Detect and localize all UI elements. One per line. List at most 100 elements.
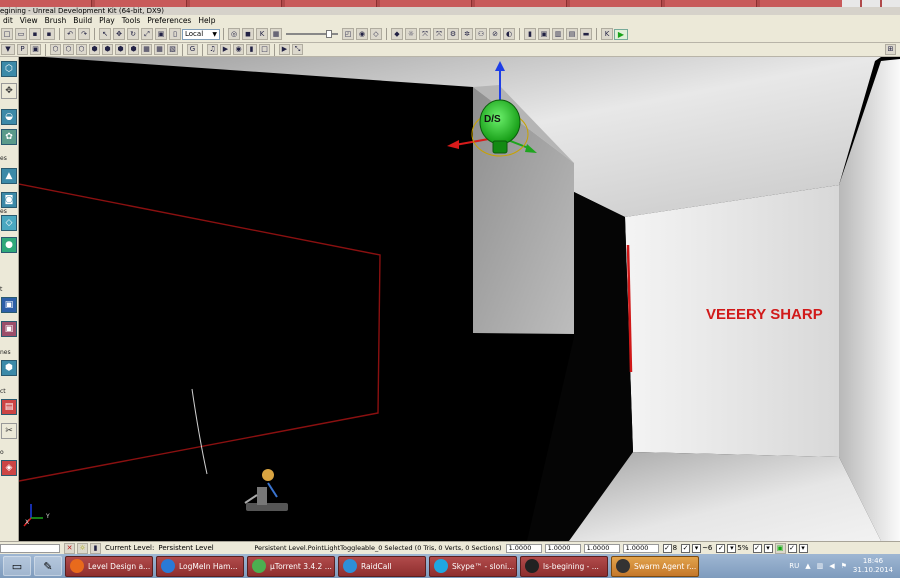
swarm-icon[interactable]: ⚇ [475, 28, 487, 40]
player-start-icon[interactable] [244, 469, 288, 511]
perspective-viewport[interactable]: D/S VEEERY SHARP X Y [19, 57, 900, 541]
scale-mode-icon[interactable]: ⤢ [141, 28, 153, 40]
close-button[interactable] [882, 0, 900, 7]
scale-nonuniform-icon[interactable]: ▣ [155, 28, 167, 40]
menu-preferences[interactable]: Preferences [144, 16, 195, 25]
camera-mode-icon[interactable]: ⬡ [1, 61, 17, 77]
rotate-mode-icon[interactable]: ↻ [127, 28, 139, 40]
play-viewport-icon[interactable]: ▶ [279, 44, 290, 55]
rotation-snap-checkbox[interactable]: ✓ [681, 543, 691, 553]
tray-flag-icon[interactable]: ⚑ [841, 562, 847, 570]
menu-view[interactable]: View [17, 16, 42, 25]
browser-tab[interactable] [570, 0, 662, 7]
sphere-brush-icon[interactable]: ● [1, 237, 17, 253]
extra-dropdown[interactable]: ▾ [798, 543, 808, 553]
foliage-mode-icon[interactable]: ✿ [1, 129, 17, 145]
scale-snap-dropdown[interactable]: ▾ [727, 543, 737, 553]
tray-expand-icon[interactable]: ▲ [805, 562, 810, 570]
split-viewport-icon[interactable]: ⤡ [292, 44, 303, 55]
movie-icon[interactable]: ▶ [220, 44, 231, 55]
search-binoculars-icon[interactable]: ◎ [228, 28, 240, 40]
open-folder-icon[interactable]: ▭ [15, 28, 27, 40]
drag-grid-w[interactable]: 1.0000 [622, 543, 659, 553]
menu-brush[interactable]: Brush [42, 16, 71, 25]
taskbar-task-utorrent[interactable]: µTorrent 3.4.2 ... [247, 555, 335, 577]
monitor-icon[interactable]: ▬ [580, 28, 592, 40]
autosave-icon[interactable]: ▣ [774, 542, 786, 554]
rotation-snap-dropdown[interactable]: ▾ [692, 543, 702, 553]
geometry-mode-icon[interactable]: ✥ [1, 83, 17, 99]
wireframe-icon[interactable]: ⬡ [63, 44, 74, 55]
maximize-viewport-icon[interactable]: ⊞ [885, 44, 896, 55]
lightmap-density-icon[interactable]: ▧ [167, 44, 178, 55]
browser-tab[interactable] [760, 0, 852, 7]
save-icon[interactable]: ▪ [29, 28, 41, 40]
taskbar-task-udk[interactable]: ls-begining - ... [520, 555, 608, 577]
browser-tab[interactable] [285, 0, 377, 7]
maximize-button[interactable] [862, 0, 880, 7]
package-icon[interactable]: ▤ [566, 28, 578, 40]
menu-tools[interactable]: Tools [119, 16, 144, 25]
light-complexity-icon[interactable]: ⬢ [128, 44, 139, 55]
detail-lighting-icon[interactable]: ⬢ [102, 44, 113, 55]
drag-grid-slider[interactable] [286, 30, 338, 38]
streaming-icon[interactable]: ⊘ [489, 28, 501, 40]
extra-checkbox[interactable]: ✓ [787, 543, 797, 553]
minimize-button[interactable] [842, 0, 860, 7]
scale-snap-checkbox[interactable]: ✓ [716, 543, 726, 553]
clock[interactable]: 18:46 31.10.2014 [850, 557, 896, 575]
cone-brush-icon[interactable]: ▲ [1, 168, 17, 184]
taskbar-task-logmein[interactable]: LogMeIn Ham... [156, 555, 244, 577]
content-browser-icon[interactable]: ◼ [242, 28, 254, 40]
add-volume-icon[interactable]: ⬢ [1, 360, 17, 376]
autosave-checkbox[interactable]: ✓ [752, 543, 762, 553]
save-all-icon[interactable]: ▪ [43, 28, 55, 40]
sheet-brush-icon[interactable]: ◇ [1, 215, 17, 231]
play-icon[interactable]: ▶ [614, 28, 628, 40]
csg-subtract-icon[interactable]: ▣ [1, 321, 17, 337]
folder-icon[interactable]: ▭ [3, 556, 31, 576]
slider-thumb[interactable] [326, 30, 332, 38]
lock-icon[interactable]: ◇ [370, 28, 382, 40]
level-lock-icon[interactable]: ▮ [90, 542, 101, 554]
menu-edit[interactable]: dit [0, 16, 17, 25]
browser-tab[interactable] [665, 0, 757, 7]
game-view-icon[interactable]: ◰ [342, 28, 354, 40]
texture-density-icon[interactable]: ▦ [141, 44, 152, 55]
browser-tab[interactable] [0, 0, 92, 7]
volume-icon[interactable]: ◀ [829, 562, 834, 570]
build-paths-icon[interactable]: ⤧ [419, 28, 431, 40]
redo-icon[interactable]: ↷ [78, 28, 90, 40]
command-input[interactable] [0, 543, 60, 553]
taskbar-task-raidcall[interactable]: RaidCall [338, 555, 426, 577]
csg-add-icon[interactable]: ▣ [1, 297, 17, 313]
fullscreen-icon[interactable]: □ [259, 44, 270, 55]
network-icon[interactable]: ▥ [817, 562, 824, 570]
real-time-icon[interactable]: ♫ [207, 44, 218, 55]
play-in-console-icon[interactable]: ▮ [524, 28, 536, 40]
build-geometry-icon[interactable]: ◆ [391, 28, 403, 40]
paint-icon[interactable]: ✎ [34, 556, 62, 576]
browser-tab[interactable] [190, 0, 282, 7]
platform-icon[interactable]: ▣ [538, 28, 550, 40]
stats-icon[interactable]: ▮ [246, 44, 257, 55]
perspective-toggle[interactable]: P [17, 44, 28, 55]
cancel-icon[interactable]: ✕ [64, 542, 75, 554]
menu-help[interactable]: Help [195, 16, 219, 25]
coordinate-system-dropdown[interactable]: Local ▼ [182, 28, 220, 40]
drag-grid-x[interactable]: 1.0000 [505, 543, 542, 553]
menu-build[interactable]: Build [70, 16, 96, 25]
translate-mode-icon[interactable]: ✥ [113, 28, 125, 40]
language-indicator[interactable]: RU [789, 562, 799, 570]
lighting-only-icon[interactable]: ⬢ [115, 44, 126, 55]
build-cover-icon[interactable]: ⤧ [433, 28, 445, 40]
undo-icon[interactable]: ↶ [64, 28, 76, 40]
menu-play[interactable]: Play [96, 16, 119, 25]
build-all-icon[interactable]: ⚙ [447, 28, 459, 40]
taskbar-task-firefox[interactable]: Level Design a... [65, 555, 153, 577]
cylinder-brush-icon[interactable]: ◙ [1, 192, 17, 208]
game-mode-toggle[interactable]: G [187, 44, 198, 55]
viewport-options-icon[interactable]: ▼ [1, 44, 15, 55]
hide-selected-icon[interactable]: ✂ [1, 423, 17, 439]
shader-complexity-icon[interactable]: ▦ [154, 44, 165, 55]
